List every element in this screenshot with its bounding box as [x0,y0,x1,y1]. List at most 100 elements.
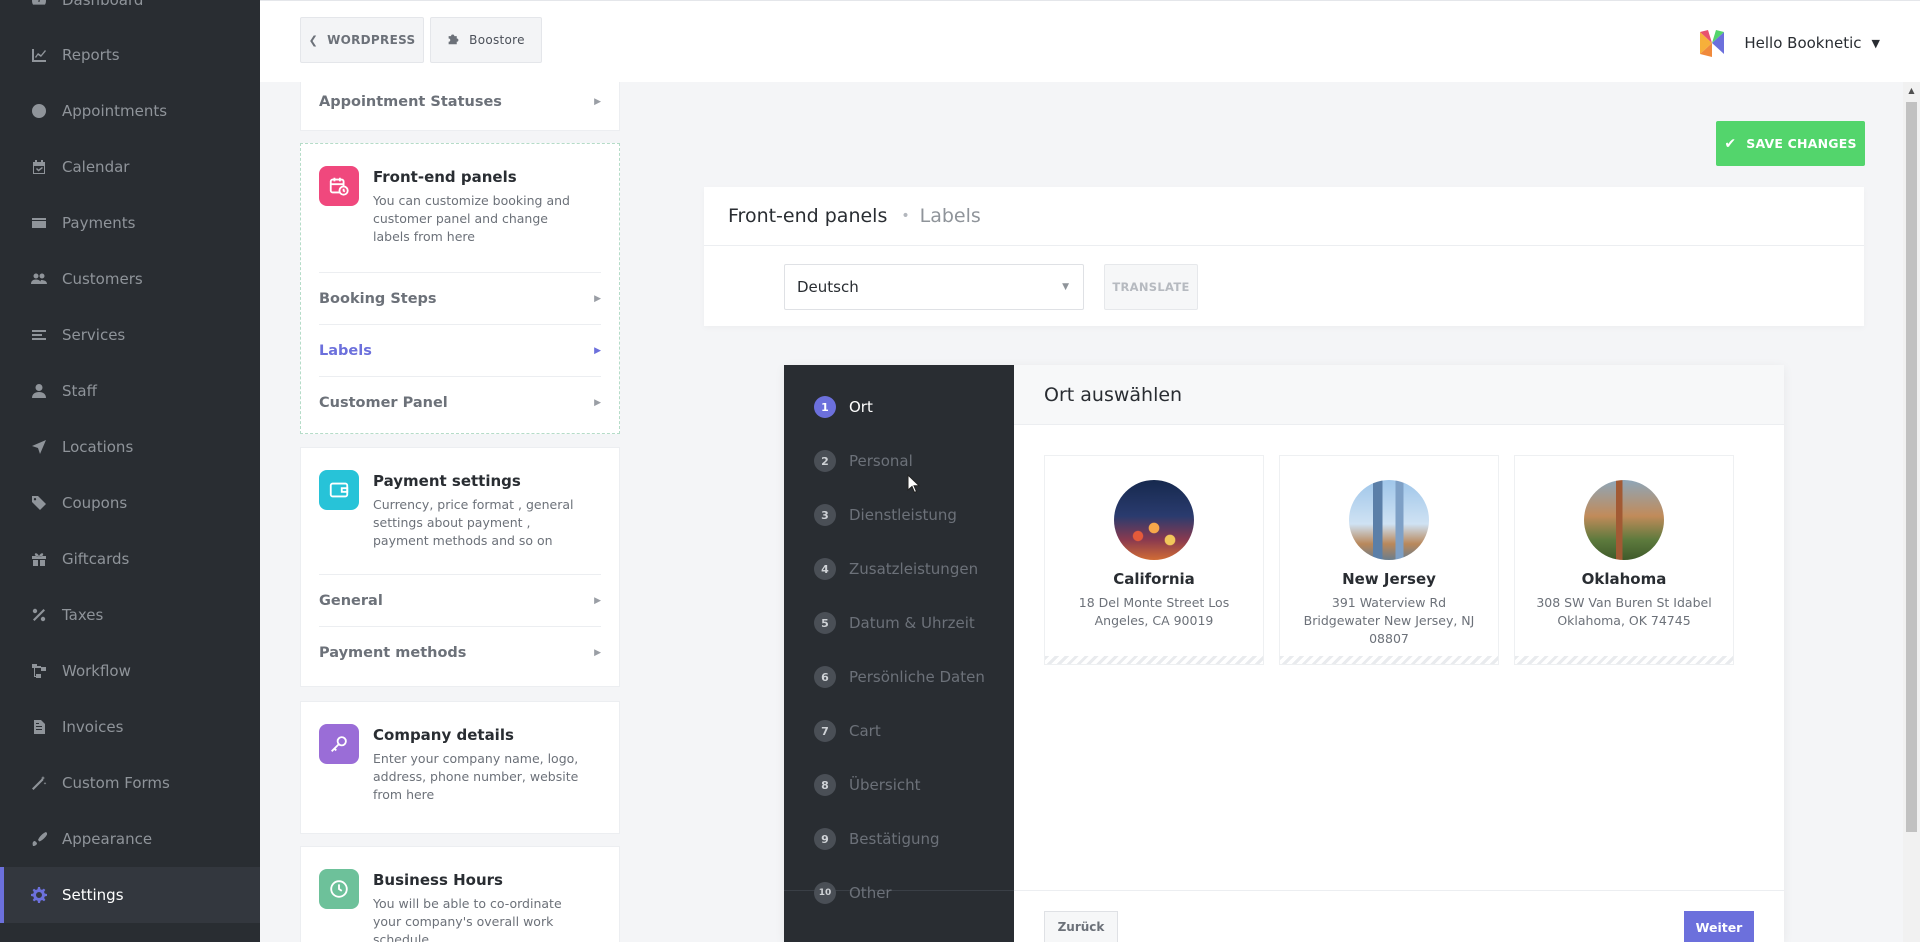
step-heading-text[interactable]: Ort auswählen [1044,384,1182,406]
caret-right-icon: ▶ [594,397,601,408]
step-label[interactable]: Personal [849,452,913,470]
credit-card-icon [30,214,48,232]
panel-subtitle: Labels [919,205,981,227]
card-stripe [1280,656,1498,664]
step-item[interactable]: 3 Dienstleistung [814,502,957,528]
caret-right-icon: ▶ [594,595,601,606]
step-number: 5 [814,612,836,634]
sidebar-item-calendar[interactable]: Calendar [0,139,260,195]
sidebar-item-label: Settings [62,886,124,904]
location-card[interactable]: New Jersey 391 Waterview Rd Bridgewater … [1279,455,1499,665]
booking-steps-link[interactable]: Booking Steps ▶ [319,272,601,324]
translate-button[interactable]: TRANSLATE [1104,264,1198,310]
labels-link[interactable]: Labels ▶ [319,324,601,376]
save-changes-button[interactable]: ✔ SAVE CHANGES [1716,121,1865,166]
location-card[interactable]: Oklahoma 308 SW Van Buren St Idabel Okla… [1514,455,1734,665]
paint-brush-icon [30,830,48,848]
sidebar-item-staff[interactable]: Staff [0,363,260,419]
step-number: 4 [814,558,836,580]
store-button[interactable]: Boostore [430,17,542,63]
business-hours-card[interactable]: Business Hours You will be able to co-or… [300,846,620,942]
chevron-down-icon: ▼ [1871,36,1880,50]
booknetic-logo [1698,28,1726,58]
language-value: Deutsch [797,278,859,296]
payment-settings-card: Payment settings Currency, price format … [300,447,620,687]
sidebar-item-appearance[interactable]: Appearance [0,811,260,867]
sidebar-item-settings[interactable]: Settings [0,867,260,923]
sidebar-item-services[interactable]: Services [0,307,260,363]
step-number: 1 [814,396,836,418]
step-label[interactable]: Other [849,884,892,902]
user-menu[interactable]: Hello Booknetic ▼ [1698,27,1880,59]
step-item[interactable]: 4 Zusatzleistungen [814,556,978,582]
page-scrollbar[interactable]: ▲ [1903,82,1920,942]
language-select[interactable]: Deutsch ▼ [784,264,1084,310]
sidebar-item-custom-forms[interactable]: Custom Forms [0,755,260,811]
sidebar-item-label: Giftcards [62,550,130,568]
step-number: 7 [814,720,836,742]
appointment-statuses-link[interactable]: Appointment Statuses ▶ [319,76,601,128]
step-item[interactable]: 6 Persönliche Daten [814,664,985,690]
card-stripe [1045,656,1263,664]
menu-link-label: Labels [319,342,372,359]
caret-down-icon: ▼ [1062,282,1069,292]
payment-methods-link[interactable]: Payment methods ▶ [319,626,601,678]
back-label[interactable]: Zurück [1058,920,1105,934]
sidebar-item-invoices[interactable]: Invoices [0,699,260,755]
sidebar-item-appointments[interactable]: Appointments [0,83,260,139]
step-number: 8 [814,774,836,796]
card-title: Company details [373,726,514,744]
wordpress-back-button[interactable]: ❮ WORDPRESS [300,17,424,63]
step-label[interactable]: Persönliche Daten [849,668,985,686]
customer-panel-link[interactable]: Customer Panel ▶ [319,376,601,428]
sidebar-item-label: Custom Forms [62,774,170,792]
sidebar-item-reports[interactable]: Reports [0,27,260,83]
chart-line-icon [30,46,48,64]
sidebar-item-dashboard[interactable]: Dashboard [0,0,260,28]
sidebar-item-workflow[interactable]: Workflow [0,643,260,699]
scrollbar-thumb[interactable] [1906,102,1917,832]
sidebar-item-locations[interactable]: Locations [0,419,260,475]
general-link[interactable]: General ▶ [319,574,601,626]
sidebar-item-label: Services [62,326,126,344]
step-label[interactable]: Ort [849,398,873,416]
step-item[interactable]: 5 Datum & Uhrzeit [814,610,975,636]
scroll-up-icon[interactable]: ▲ [1903,82,1920,99]
caret-right-icon: ▶ [594,293,601,304]
sidebar-item-label: Locations [62,438,134,456]
sidebar-item-taxes[interactable]: Taxes [0,587,260,643]
booking-panel-preview: 1 Ort 2 Personal 3 Dienstleistung 4 Zusa… [784,365,1784,942]
wordpress-label: WORDPRESS [327,33,416,47]
menu-link-label: Customer Panel [319,394,448,411]
step-label[interactable]: Datum & Uhrzeit [849,614,975,632]
step-item[interactable]: 2 Personal [814,448,913,474]
step-label[interactable]: Cart [849,722,881,740]
calendar-clock-icon [319,166,359,206]
sidebar-item-giftcards[interactable]: Giftcards [0,531,260,587]
frontend-panels-card: Front-end panels You can customize booki… [300,143,620,434]
location-card[interactable]: California 18 Del Monte Street Los Angel… [1044,455,1264,665]
sidebar-item-label: Dashboard [62,0,144,9]
next-label[interactable]: Weiter [1696,920,1743,935]
company-details-card[interactable]: Company details Enter your company name,… [300,701,620,834]
step-label[interactable]: Bestätigung [849,830,940,848]
step-label[interactable]: Zusatzleistungen [849,560,978,578]
next-button[interactable]: Weiter [1684,911,1754,942]
step-item[interactable]: 10 Other [814,880,892,906]
sidebar-item-coupons[interactable]: Coupons [0,475,260,531]
sidebar-item-label: Payments [62,214,136,232]
step-label[interactable]: Dienstleistung [849,506,957,524]
step-item[interactable]: 7 Cart [814,718,881,744]
sidebar-item-payments[interactable]: Payments [0,195,260,251]
step-item[interactable]: 1 Ort [814,394,873,420]
breadcrumb-separator: • [901,208,910,224]
step-label[interactable]: Übersicht [849,776,921,794]
back-button[interactable]: Zurück [1044,911,1118,942]
caret-right-icon: ▶ [594,647,601,658]
step-item[interactable]: 8 Übersicht [814,772,921,798]
user-icon [30,382,48,400]
step-item[interactable]: 9 Bestätigung [814,826,940,852]
location-arrow-icon [30,438,48,456]
sidebar-item-customers[interactable]: Customers [0,251,260,307]
caret-right-icon: ▶ [594,345,601,356]
